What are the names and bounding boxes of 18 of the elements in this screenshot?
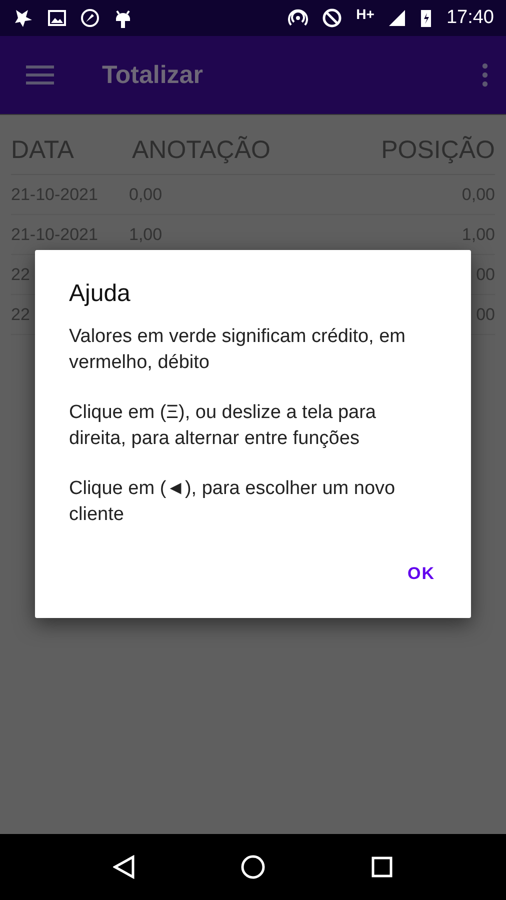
back-icon[interactable] (112, 855, 135, 879)
app-bar-title: Totalizar (102, 60, 203, 90)
menu-icon[interactable] (26, 65, 54, 85)
dialog-text: Valores em verde significam crédito, em vermelho, débito (69, 325, 406, 375)
clock: 17:40 (446, 7, 494, 29)
image-icon (48, 10, 66, 26)
ok-button[interactable]: OK (396, 556, 447, 592)
recents-icon[interactable] (371, 856, 394, 878)
network-type: H+ (356, 6, 374, 22)
home-icon[interactable] (240, 854, 266, 880)
signal-icon (388, 9, 406, 27)
dialog-text: Clique em (◄), para escolher um novo cliente (69, 477, 396, 527)
more-options-icon[interactable] (482, 63, 488, 87)
battery-charging-icon (420, 8, 432, 28)
blocked-icon (322, 8, 342, 28)
dialog-text: Clique em (Ξ), ou deslize a tela para direita, para alternar entre funções (69, 401, 377, 451)
dialog-title: Ajuda (69, 280, 132, 308)
hotspot-icon (288, 8, 308, 28)
